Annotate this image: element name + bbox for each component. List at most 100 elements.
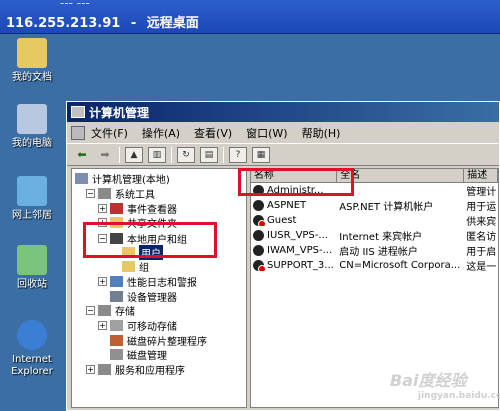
removable-storage-icon [110, 319, 123, 331]
properties-icon[interactable]: ▦ [252, 146, 270, 163]
show-hide-tree-icon[interactable]: ▥ [148, 146, 166, 163]
forward-arrow-icon[interactable]: ➡ [96, 147, 114, 163]
column-fullname[interactable]: 全名 [337, 169, 465, 182]
tree-label: 设备管理器 [127, 292, 177, 304]
user-fullname: Internet 来宾帐户 [339, 232, 423, 243]
user-icon [253, 185, 264, 196]
column-name[interactable]: 名称 [251, 169, 338, 182]
storage-icon [98, 304, 111, 316]
tree-label: 磁盘碎片整理程序 [127, 336, 207, 348]
tree-system-tools[interactable]: − 系统工具 [86, 186, 155, 201]
collapse-icon[interactable]: − [86, 305, 95, 315]
list-header: 名称 全名 描述 [251, 169, 498, 183]
tree-device-manager[interactable]: 设备管理器 [110, 289, 177, 304]
export-list-icon[interactable]: ▤ [200, 146, 218, 163]
menu-action[interactable]: 操作(A) [142, 125, 180, 141]
column-description[interactable]: 描述 [464, 169, 498, 182]
desktop-icon-label: 网上邻居 [12, 210, 52, 221]
computer-icon [75, 172, 88, 184]
window-title: 计算机管理 [89, 105, 150, 120]
user-description: 供来宾 [466, 217, 497, 228]
collapse-icon[interactable]: − [98, 233, 107, 243]
table-row[interactable]: IUSR_VPS-... Internet 来宾帐户 匿名访 [251, 228, 498, 243]
tree-label: 存储 [115, 306, 135, 318]
help-icon[interactable]: ? [229, 146, 247, 163]
tree-users[interactable]: 用户 [122, 244, 163, 260]
menu-view[interactable]: 查看(V) [194, 125, 232, 141]
folder-icon [110, 216, 123, 228]
network-places-icon [17, 176, 47, 206]
desktop-icon-network-places[interactable]: 网上邻居 [2, 176, 62, 222]
desktop-icon-my-computer[interactable]: 我的电脑 [2, 104, 62, 150]
window-titlebar[interactable]: 计算机管理 [67, 102, 499, 122]
desktop-icon-internet-explorer[interactable]: Internet Explorer [2, 320, 62, 378]
refresh-icon[interactable]: ↻ [177, 146, 195, 163]
performance-icon [110, 275, 123, 287]
tree-removable-storage[interactable]: + 可移动存储 [98, 318, 177, 333]
tree-services-applications[interactable]: + 服务和应用程序 [86, 362, 185, 377]
desktop-icon-label: 回收站 [17, 279, 47, 290]
user-name: Administr... [267, 185, 324, 196]
user-name: ASPNET [267, 200, 307, 211]
toolbar-separator [119, 146, 120, 163]
table-row[interactable]: ASPNET ASP.NET 计算机帐户 用于运 [251, 198, 498, 213]
disk-management-icon [110, 348, 123, 360]
tree-storage[interactable]: − 存储 [86, 303, 135, 318]
tree-event-viewer[interactable]: + 事件查看器 [98, 201, 177, 216]
console-tree[interactable]: 计算机管理(本地) − 系统工具 + 事件查看器 + 共享文件夹 − 本地用户和… [71, 168, 247, 408]
expand-icon[interactable]: + [98, 320, 107, 330]
user-name: SUPPORT_3... [267, 260, 334, 271]
tree-label: 性能日志和警报 [127, 277, 197, 289]
recycle-bin-icon [17, 245, 47, 275]
desktop-icon-label: 我的文档 [12, 72, 52, 83]
expand-icon[interactable]: + [86, 364, 95, 374]
desktop-icon-label: Internet Explorer [11, 354, 53, 377]
tree-groups[interactable]: 组 [122, 259, 149, 274]
user-name: IUSR_VPS-... [267, 230, 328, 241]
remote-desktop-name: 远程桌面 [146, 16, 199, 31]
table-row[interactable]: IWAM_VPS-... 启动 IIS 进程帐户 用于启 [251, 243, 498, 258]
desktop-icon-my-documents[interactable]: 我的文档 [2, 38, 62, 84]
folder-icon [122, 246, 135, 258]
tree-shared-folders[interactable]: + 共享文件夹 [98, 215, 177, 230]
user-description: 用于启 [466, 247, 497, 258]
internet-explorer-icon [17, 320, 47, 350]
up-folder-icon[interactable]: ▲ [125, 146, 143, 163]
remote-desktop-titlebar[interactable]: --- --- 116.255.213.91 - 远程桌面 [0, 0, 500, 34]
expand-icon[interactable]: + [98, 203, 107, 213]
desktop-icon-recycle-bin[interactable]: 回收站 [2, 245, 62, 291]
tree-local-users-groups[interactable]: − 本地用户和组 [98, 231, 187, 246]
my-computer-icon [17, 104, 47, 134]
tree-disk-defragmenter[interactable]: 磁盘碎片整理程序 [110, 333, 207, 348]
menu-window[interactable]: 窗口(W) [246, 125, 287, 141]
table-row[interactable]: Guest 供来宾 [251, 213, 498, 228]
device-manager-icon [110, 290, 123, 302]
menu-file[interactable]: 文件(F) [91, 125, 128, 141]
table-row[interactable]: Administr... 管理计 [251, 183, 498, 198]
computer-management-window[interactable]: 计算机管理 文件(F) 操作(A) 查看(V) 窗口(W) 帮助(H) ⬅ ➡ … [66, 101, 500, 411]
system-menu-icon[interactable] [71, 125, 85, 140]
disabled-user-icon [253, 215, 266, 226]
tree-label: 计算机管理(本地) [92, 174, 170, 186]
tree-label: 本地用户和组 [127, 234, 187, 246]
tree-label: 磁盘管理 [127, 350, 167, 362]
menu-help[interactable]: 帮助(H) [302, 125, 341, 141]
expand-icon[interactable]: + [98, 217, 107, 227]
table-row[interactable]: SUPPORT_3... CN=Microsoft Corpora... 这是一 [251, 258, 498, 273]
computer-management-icon [71, 106, 85, 118]
users-group-icon [110, 232, 123, 244]
user-icon [253, 230, 264, 241]
expand-icon[interactable]: + [98, 276, 107, 286]
tree-disk-management[interactable]: 磁盘管理 [110, 347, 167, 362]
back-arrow-icon[interactable]: ⬅ [73, 147, 91, 163]
watermark-main: Bai度经验 [390, 371, 467, 390]
event-viewer-icon [110, 202, 123, 214]
system-tools-icon [98, 187, 111, 199]
tree-label: 用户 [139, 244, 163, 260]
tree-computer-management[interactable]: 计算机管理(本地) [75, 171, 170, 186]
folder-icon [122, 260, 135, 272]
tree-label: 共享文件夹 [127, 218, 177, 230]
tree-performance-logs[interactable]: + 性能日志和警报 [98, 274, 197, 289]
desktop-icon-label: 我的电脑 [12, 138, 52, 149]
collapse-icon[interactable]: − [86, 188, 95, 198]
